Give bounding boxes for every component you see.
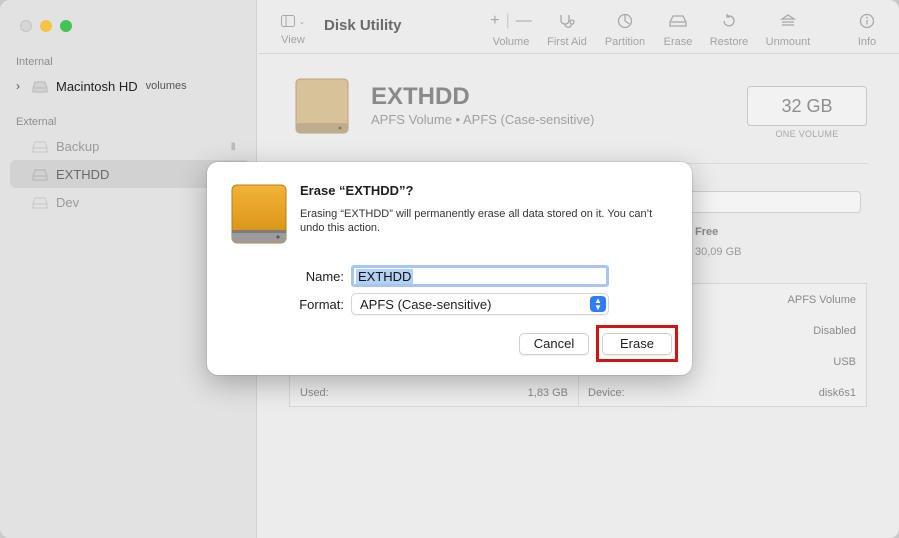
minimize-button[interactable] — [40, 20, 52, 32]
erase-disk-icon — [669, 15, 687, 27]
close-button[interactable] — [20, 20, 32, 32]
cancel-button[interactable]: Cancel — [519, 333, 589, 355]
name-input-value: EXTHDD — [356, 269, 414, 284]
sidebar-item-backup[interactable]: Backup ▮ — [10, 132, 250, 160]
stethoscope-icon — [560, 15, 575, 28]
view-label: View — [281, 34, 305, 46]
partition-label: Partition — [604, 36, 646, 48]
sidebar-item-label: Dev — [56, 194, 80, 210]
info-button[interactable]: Info — [852, 12, 882, 48]
partition-button[interactable]: Partition — [600, 12, 650, 48]
name-input[interactable]: EXTHDD — [351, 265, 609, 287]
owners-value: Disabled — [813, 325, 856, 337]
sidebar-item-label: EXTHDD — [56, 166, 110, 182]
minus-icon[interactable]: — — [516, 12, 532, 30]
connection-value: USB — [833, 356, 856, 368]
volume-name: EXTHDD — [371, 83, 470, 110]
restore-label: Restore — [709, 36, 749, 48]
free-value: 30,09 GB — [695, 246, 742, 258]
sidebar-item-label: Backup — [56, 138, 100, 154]
external-disk-icon — [32, 140, 48, 153]
unmount-icon — [780, 14, 796, 26]
erase-label: Erase — [663, 36, 693, 48]
device-value: disk6s1 — [818, 387, 856, 399]
erase-toolbar-button[interactable]: Erase — [660, 12, 696, 48]
restore-icon — [723, 14, 735, 27]
info-label: Info — [857, 36, 877, 48]
sidebar-section-internal: Internal — [16, 56, 53, 68]
sidebar-item-label: Macintosh HD — [56, 78, 138, 94]
type-value: APFS Volume — [787, 294, 856, 306]
window-title: Disk Utility — [324, 17, 402, 34]
external-disk-icon — [32, 168, 48, 181]
dialog-title: Erase “EXTHDD”? — [300, 183, 414, 198]
chevron-down-icon: ⌄ — [298, 16, 306, 26]
volume-button[interactable]: + | — Volume — [488, 12, 534, 48]
used-value: 1,83 GB — [527, 387, 568, 399]
first-aid-label: First Aid — [547, 36, 587, 48]
sidebar-toggle-icon — [280, 15, 295, 27]
volume-subtitle: APFS Volume • APFS (Case-sensitive) — [371, 112, 595, 127]
first-aid-button[interactable]: First Aid — [544, 12, 590, 48]
erase-dialog: Erase “EXTHDD”? Erasing “EXTHDD” will pe… — [207, 162, 692, 375]
unmount-button[interactable]: Unmount — [762, 12, 814, 48]
chevron-right-icon[interactable]: › — [10, 79, 28, 93]
format-select-value: APFS (Case-sensitive) — [360, 297, 492, 312]
external-disk-icon — [32, 196, 48, 209]
up-down-chevron-icon[interactable]: ▲ ▼ — [590, 296, 606, 312]
dialog-message: Erasing “EXTHDD” will permanently erase … — [300, 208, 653, 234]
format-label: Format: — [299, 297, 344, 312]
volume-capacity: 32 GB — [747, 86, 867, 126]
restore-button[interactable]: Restore — [708, 12, 750, 48]
window-controls — [20, 20, 72, 32]
eject-icon[interactable]: ▮ — [230, 141, 236, 152]
name-label: Name: — [305, 269, 344, 284]
device-label: Device: — [588, 387, 625, 399]
used-label: Used: — [300, 387, 329, 399]
internal-disk-icon — [32, 80, 48, 93]
external-drive-icon — [229, 184, 289, 251]
toolbar: ⌄ View Disk Utility + | — Volume First A… — [258, 0, 899, 54]
sidebar-section-external: External — [16, 116, 57, 128]
view-button[interactable]: ⌄ View — [278, 12, 308, 46]
pie-chart-icon — [617, 13, 633, 29]
erase-button-highlight — [596, 325, 678, 362]
disk-utility-window: Internal › Macintosh HD volumes External… — [0, 0, 899, 538]
volume-capacity-sublabel: ONE VOLUME — [775, 129, 839, 139]
volume-drive-icon — [292, 77, 352, 144]
volume-label: Volume — [492, 36, 530, 48]
zoom-button[interactable] — [60, 20, 72, 32]
info-icon — [859, 13, 875, 29]
format-select[interactable]: APFS (Case-sensitive) ▲ ▼ — [351, 293, 609, 315]
sidebar-item-macintosh-hd[interactable]: › Macintosh HD volumes — [10, 72, 250, 100]
plus-icon[interactable]: + — [490, 12, 499, 30]
free-label: Free — [695, 226, 719, 238]
unmount-label: Unmount — [765, 36, 811, 48]
sidebar-item-sublabel: volumes — [145, 80, 187, 92]
